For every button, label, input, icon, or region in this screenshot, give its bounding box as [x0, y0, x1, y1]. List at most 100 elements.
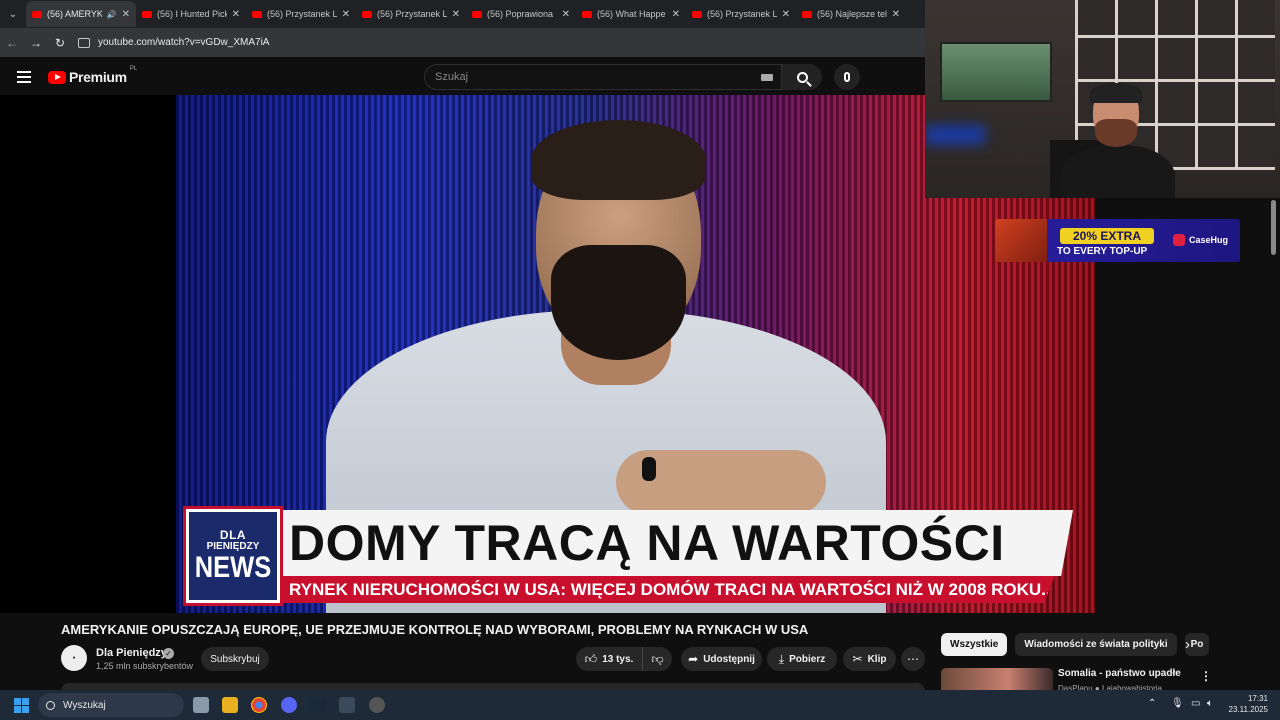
youtube-favicon-icon [32, 10, 42, 18]
obs-icon[interactable] [369, 697, 385, 713]
tab-title: (56) Przystanek L [707, 9, 777, 19]
chrome-icon[interactable] [251, 697, 267, 713]
back-arrow-icon[interactable]: ← [0, 36, 24, 50]
youtube-premium-logo[interactable]: Premium PL [48, 66, 137, 85]
thumbs-down-icon: 👎︎ [651, 651, 664, 666]
taskbar-search[interactable]: Wyszukaj [38, 693, 184, 717]
channel-name[interactable]: Dla Pieniędzy [96, 647, 167, 659]
search-button[interactable] [782, 64, 822, 90]
like-count: 13 tys. [602, 653, 634, 665]
recommendation-more-icon[interactable]: ⋮ [1200, 669, 1212, 683]
ad-brand-name: CaseHug [1189, 235, 1229, 245]
dislike-button[interactable]: 👎︎ [642, 647, 672, 671]
windows-start-icon[interactable] [14, 698, 29, 713]
tray-mic-icon[interactable]: 🎙︎ [1171, 698, 1184, 709]
youtube-favicon-icon [472, 10, 482, 18]
subscribe-button[interactable]: Subskrybuj [201, 647, 269, 671]
search-icon [796, 71, 808, 83]
clip-button[interactable]: ✂ Klip [843, 647, 896, 671]
tab-title: (56) What Happe [597, 9, 666, 19]
browser-tab[interactable]: (56) Poprawiona ✕ [466, 1, 576, 27]
browser-tab[interactable]: (56) I Hunted Pick ✕ [136, 1, 246, 27]
hamburger-menu-icon[interactable] [17, 71, 31, 86]
browser-tab[interactable]: (56) Przystanek L ✕ [356, 1, 466, 27]
sponsor-ad-banner[interactable]: 20% EXTRA TO EVERY TOP-UP CaseHug [995, 219, 1240, 262]
tab-title: (56) Przystanek L [267, 9, 337, 19]
browser-tab[interactable]: (56) AMERYKA 🔊 ✕ [26, 1, 136, 27]
subheadline-banner: RYNEK NIERUCHOMOŚCI W USA: WIĘCEJ DOMÓW … [283, 576, 1055, 603]
discord-icon[interactable] [281, 697, 297, 713]
chevron-right-icon[interactable]: › [1185, 636, 1190, 653]
clock-date: 23.11.2025 [1228, 705, 1268, 714]
more-dots-icon: ⋯ [907, 652, 919, 666]
youtube-header: Premium PL Szukaj [0, 57, 925, 95]
video-player[interactable]: DLA PIENIĘDZY NEWS DOMY TRACĄ NA WARTOŚC… [0, 95, 1095, 613]
recommendation-title[interactable]: Somalia - państwo upadłe [1058, 668, 1181, 679]
webcam-overlay [925, 0, 1280, 198]
site-info-icon[interactable] [78, 37, 90, 48]
video-headline: DOMY TRACĄ NA WARTOŚCI [289, 515, 1005, 571]
close-tab-icon[interactable]: ✕ [892, 9, 900, 20]
file-explorer-icon[interactable] [222, 697, 238, 713]
browser-tab[interactable]: (56) What Happe ✕ [576, 1, 686, 27]
forward-arrow-icon[interactable]: → [24, 36, 48, 50]
close-tab-icon[interactable]: ✕ [122, 9, 130, 20]
url-text[interactable]: youtube.com/watch?v=vGDw_XMA7iA [98, 37, 269, 48]
microphone-icon [844, 72, 850, 82]
close-tab-icon[interactable]: ✕ [232, 9, 240, 20]
taskbar-clock[interactable]: 17:31 23.11.2025 [1226, 693, 1268, 715]
logo-text: Premium [69, 69, 127, 85]
keyboard-icon[interactable] [761, 74, 773, 81]
channel-avatar[interactable]: ● [61, 645, 87, 671]
streamer-beard [1095, 119, 1137, 147]
address-toolbar: ← → ↻ youtube.com/watch?v=vGDw_XMA7iA [0, 28, 925, 57]
ad-extra-label: 20% EXTRA [1060, 228, 1154, 244]
browser-tab[interactable]: (56) Przystanek L ✕ [246, 1, 356, 27]
search-placeholder: Szukaj [435, 71, 469, 83]
close-tab-icon[interactable]: ✕ [342, 9, 350, 20]
app-icon[interactable] [339, 697, 355, 713]
share-button[interactable]: ➦ Udostępnij [681, 647, 762, 671]
tab-title: (56) I Hunted Pick [157, 9, 227, 19]
youtube-favicon-icon [802, 10, 812, 18]
video-title: AMERYKANIE OPUSZCZAJĄ EUROPĘ, UE PRZEJMU… [61, 622, 809, 637]
steam-icon[interactable] [310, 697, 326, 713]
chip-politics[interactable]: Wiadomości ze świata polityki [1015, 633, 1177, 656]
ad-brand: CaseHug [1173, 234, 1228, 246]
webcam-streamer [1060, 83, 1175, 198]
browser-tab[interactable]: (56) Przystanek L ✕ [686, 1, 796, 27]
search-input[interactable]: Szukaj [424, 64, 782, 90]
tray-network-icon[interactable]: ▭ [1191, 698, 1200, 709]
speaker-icon[interactable]: 🔊 [107, 10, 117, 19]
tab-search-chevron-icon[interactable]: ⌄ [0, 0, 26, 28]
tab-title: (56) Najlepsze tel [817, 9, 887, 19]
tray-volume-icon[interactable]: 🔈︎ [1207, 698, 1213, 709]
reload-icon[interactable]: ↻ [48, 36, 72, 50]
recommendation-thumbnail[interactable] [941, 668, 1053, 690]
browser-tab[interactable]: (56) Najlepsze tel ✕ [796, 1, 906, 27]
close-tab-icon[interactable]: ✕ [562, 9, 570, 20]
close-tab-icon[interactable]: ✕ [452, 9, 460, 20]
presenter-hair [531, 120, 706, 200]
download-button[interactable]: ⤓ Pobierz [767, 647, 837, 671]
share-arrow-icon: ➦ [688, 652, 699, 666]
tray-chevron-icon[interactable]: ⌃ [1148, 698, 1156, 709]
windows-taskbar: Wyszukaj ⌃ 🎙︎ ▭ 🔈︎ 17:31 23.11.2025 [0, 690, 1280, 720]
casehug-logo-icon [1173, 234, 1185, 246]
lapel-mic [642, 457, 656, 481]
youtube-favicon-icon [142, 10, 152, 18]
scissors-icon: ✂ [852, 652, 863, 666]
verified-check-icon: ✓ [163, 648, 174, 659]
chip-all[interactable]: Wszystkie [941, 633, 1008, 656]
recommendation-filter-chips: Wszystkie Wiadomości ze świata polityki … [941, 633, 1209, 656]
like-button[interactable]: 👍︎ 13 tys. [576, 647, 642, 671]
close-tab-icon[interactable]: ✕ [672, 9, 680, 20]
ad-crate-image [995, 219, 1047, 262]
voice-search-button[interactable] [834, 64, 860, 90]
close-tab-icon[interactable]: ✕ [782, 9, 790, 20]
page-scrollbar[interactable] [1271, 200, 1276, 255]
badge-line-1: DLA [219, 527, 247, 542]
more-actions-button[interactable]: ⋯ [901, 647, 925, 671]
address-bar[interactable]: youtube.com/watch?v=vGDw_XMA7iA [78, 32, 925, 54]
task-view-icon[interactable] [193, 697, 209, 713]
